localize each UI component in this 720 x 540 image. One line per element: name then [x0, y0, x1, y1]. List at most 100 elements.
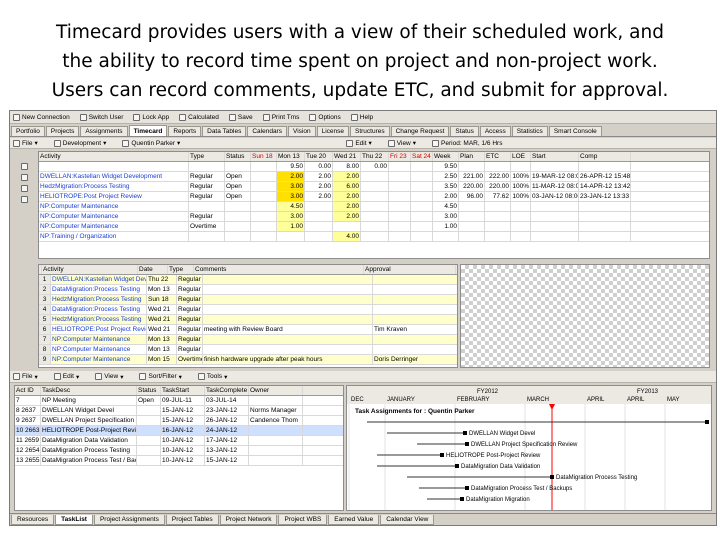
bottom-tab-project-network[interactable]: Project Network [219, 514, 278, 525]
table-row[interactable]: 9 2637 DWELLAN Project Specification Re 15… [15, 416, 343, 426]
table-cell[interactable]: 3.00 [277, 192, 305, 201]
tab-statistics[interactable]: Statistics [511, 125, 548, 136]
bottom-tab-project-tables[interactable]: Project Tables [165, 514, 219, 525]
column-header[interactable]: TaskDesc [41, 386, 137, 395]
table-cell[interactable] [389, 192, 411, 201]
column-header[interactable]: TaskComplete [205, 386, 249, 395]
printer-icon[interactable] [20, 163, 28, 170]
table-cell[interactable] [389, 202, 411, 211]
column-header[interactable]: Sat 24 [411, 152, 433, 161]
table-cell[interactable] [305, 212, 333, 221]
toolbar-help-button[interactable]: Help [348, 112, 376, 123]
column-header[interactable]: Activity [39, 152, 189, 161]
table-row[interactable]: DWELLAN:Kastellan Widget Development Regu… [39, 172, 709, 182]
file-menu[interactable]: File ▾ [10, 138, 41, 148]
clock-icon[interactable] [20, 196, 28, 203]
table-cell[interactable]: 2.00 [305, 192, 333, 201]
column-header[interactable]: Sun 18 [251, 152, 277, 161]
table-cell[interactable] [361, 232, 389, 241]
column-header[interactable]: Owner [249, 386, 303, 395]
table-cell[interactable] [203, 285, 373, 294]
column-header[interactable]: Comments [194, 265, 364, 274]
table-cell[interactable] [305, 222, 333, 231]
table-row[interactable]: HELIOTROPE:Post Project Review Regular Ope… [39, 192, 709, 202]
lower-view-menu[interactable]: View ▾ [92, 371, 126, 382]
table-row[interactable]: 8 NP:Computer Maintenance Mon 13 Regular [39, 345, 457, 355]
table-cell[interactable] [361, 172, 389, 181]
table-cell[interactable] [251, 212, 277, 221]
bottom-tab-earned-value[interactable]: Earned Value [328, 514, 380, 525]
table-row[interactable]: 2 DataMigration:Process Testing Mon 13 Regu… [39, 285, 457, 295]
table-cell[interactable] [251, 172, 277, 181]
table-cell[interactable] [411, 222, 433, 231]
table-row[interactable]: NP:Computer Maintenance Overtime 1.00 1.00 [39, 222, 709, 232]
tab-timecard[interactable]: Timecard [128, 125, 168, 136]
table-row[interactable]: 3 HedzMigration:Process Testing Sun 18 Regu… [39, 295, 457, 305]
table-cell[interactable] [361, 192, 389, 201]
column-header[interactable]: Act ID [15, 386, 41, 395]
table-cell[interactable] [411, 172, 433, 181]
table-cell[interactable]: 2.00 [305, 182, 333, 191]
view-menu[interactable]: View ▾ [385, 138, 419, 148]
tab-smart-console[interactable]: Smart Console [548, 125, 602, 136]
column-header[interactable]: Status [137, 386, 161, 395]
table-row[interactable]: 1DWELLAN:Kastellan Widget DevelopmentThu… [39, 275, 457, 285]
table-row[interactable]: NP:Computer Maintenance 4.50 2.00 4.50 [39, 202, 709, 212]
table-row[interactable]: NP:Computer Maintenance Regular 3.00 2.00 3.… [39, 212, 709, 222]
column-header[interactable]: Type [168, 265, 194, 274]
table-cell[interactable]: 4.00 [333, 232, 361, 241]
column-header[interactable]: ETC [485, 152, 511, 161]
bottom-tab-calendar-view[interactable]: Calendar View [380, 514, 435, 525]
table-cell[interactable] [389, 182, 411, 191]
table-cell[interactable] [251, 202, 277, 211]
table-cell[interactable]: finish hardware upgrade after peak hours [203, 355, 373, 364]
toolbar-plug-button[interactable]: New Connection [10, 112, 73, 123]
table-cell[interactable]: 2.00 [333, 212, 361, 221]
column-header[interactable]: Fri 23 [389, 152, 411, 161]
edit-menu[interactable]: Edit ▾ [343, 138, 374, 148]
table-cell[interactable] [203, 345, 373, 354]
table-cell[interactable] [305, 202, 333, 211]
table-cell[interactable]: 4.50 [277, 202, 305, 211]
sort-filter-menu[interactable]: Sort/Filter ▾ [136, 371, 184, 382]
bottom-tab-project-assignments[interactable]: Project Assignments [93, 514, 165, 525]
tab-change-request[interactable]: Change Request [390, 125, 450, 136]
table-row[interactable]: 4 DataMigration:Process Testing Wed 21 Regu… [39, 305, 457, 315]
table-row[interactable]: HedzMigration:Process Testing Regular Open… [39, 182, 709, 192]
column-header[interactable]: Tue 20 [305, 152, 333, 161]
column-header[interactable]: Approval [364, 265, 456, 274]
table-cell[interactable] [361, 182, 389, 191]
table-cell[interactable] [389, 212, 411, 221]
table-cell[interactable] [411, 232, 433, 241]
tab-portfolio[interactable]: Portfolio [11, 125, 45, 136]
column-header[interactable]: Status [225, 152, 251, 161]
table-cell[interactable] [389, 232, 411, 241]
table-row[interactable]: 9 NP:Computer Maintenance Mon 15 Overtime fi… [39, 355, 457, 365]
table-cell[interactable]: 3.00 [277, 212, 305, 221]
development-dropdown[interactable]: Development ▾ [51, 138, 110, 148]
bottom-tab-resources[interactable]: Resources [11, 514, 55, 525]
table-cell[interactable] [203, 275, 373, 284]
column-header[interactable]: Thu 22 [361, 152, 389, 161]
tab-vision[interactable]: Vision [287, 125, 316, 136]
tab-assignments[interactable]: Assignments [80, 125, 128, 136]
table-cell[interactable] [203, 295, 373, 304]
toolbar-options-button[interactable]: Options [306, 112, 343, 123]
table-row[interactable]: 13 2655 DataMigration Process Test / Back… [15, 456, 343, 466]
table-cell[interactable] [411, 182, 433, 191]
lock-icon[interactable] [20, 174, 28, 181]
toolbar-calculator-button[interactable]: Calculated [176, 112, 222, 123]
table-cell[interactable]: 2.00 [333, 192, 361, 201]
table-cell[interactable] [277, 232, 305, 241]
user-dropdown[interactable]: Quentin Parker ▾ [119, 138, 183, 148]
note-icon[interactable] [20, 185, 28, 192]
tab-access[interactable]: Access [479, 125, 511, 136]
column-header[interactable]: LOE [511, 152, 531, 161]
table-cell[interactable] [251, 182, 277, 191]
table-row[interactable]: 10 2663 HELIOTROPE Post-Project Review 16-… [15, 426, 343, 436]
table-cell[interactable] [361, 212, 389, 221]
table-row[interactable]: 7 NP:Computer Maintenance Mon 13 Regular [39, 335, 457, 345]
table-cell[interactable] [305, 232, 333, 241]
table-row[interactable]: NP:Training / Organization 4.00 [39, 232, 709, 242]
tab-reports[interactable]: Reports [168, 125, 202, 136]
